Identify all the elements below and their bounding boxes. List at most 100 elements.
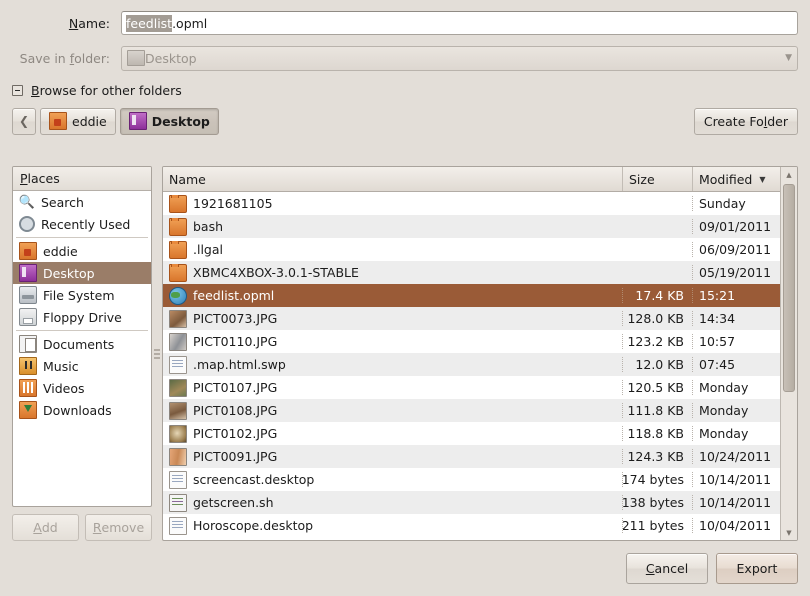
breadcrumb-desktop[interactable]: Desktop — [119, 107, 219, 135]
minus-icon — [12, 84, 23, 96]
name-row: Name: feedlist .opml — [0, 0, 810, 41]
add-place-button[interactable]: Add — [12, 514, 79, 541]
places-header-rest: laces — [27, 171, 60, 186]
table-row[interactable]: PICT0073.JPG 128.0 KB 14:34 — [163, 307, 780, 330]
file-name-cell: bash — [163, 217, 622, 236]
image-thumbnail-icon — [169, 424, 187, 443]
create-folder-post: der — [767, 113, 788, 129]
table-row[interactable]: getscreen.sh 138 bytes 10/14/2011 — [163, 491, 780, 514]
file-name-label: XBMC4XBOX-3.0.1-STABLE — [193, 265, 359, 280]
sidebar-item-music[interactable]: Music — [13, 355, 151, 377]
export-button[interactable]: Export — [716, 553, 798, 584]
save-in-folder-value: Desktop — [145, 50, 197, 66]
table-row[interactable]: feedlist.opml 17.4 KB 15:21 — [163, 284, 780, 307]
desktop-folder-icon — [19, 264, 37, 282]
table-row[interactable]: PICT0102.JPG 118.8 KB Monday — [163, 422, 780, 445]
pane-divider[interactable] — [152, 166, 162, 541]
column-header-name[interactable]: Name — [163, 167, 622, 191]
table-row[interactable]: PICT0108.JPG 111.8 KB Monday — [163, 399, 780, 422]
remove-place-button[interactable]: Remove — [85, 514, 152, 541]
sidebar-item-label: Downloads — [43, 402, 112, 418]
table-row[interactable]: screencast.desktop 174 bytes 10/14/2011 — [163, 468, 780, 491]
chevron-down-icon: ▼ — [785, 53, 792, 63]
file-modified-cell: 10/14/2011 — [692, 495, 780, 510]
home-folder-icon — [19, 242, 37, 260]
triangle-up-icon[interactable]: ▲ — [786, 167, 791, 182]
file-name-label: .llgal — [193, 242, 223, 257]
browse-expander-accel: B — [31, 82, 40, 98]
column-header-modified[interactable]: Modified ▼ — [692, 167, 780, 191]
sidebar-item-documents[interactable]: Documents — [13, 333, 151, 355]
name-label-accel: N — [68, 15, 79, 31]
back-button[interactable]: ❮ — [12, 107, 36, 135]
document-icon — [169, 470, 187, 489]
column-header-size[interactable]: Size — [622, 167, 692, 191]
file-size-cell: 211 bytes — [622, 518, 692, 533]
save-in-folder-label-accel: f — [69, 50, 75, 66]
create-folder-button[interactable]: Create Fo l der — [693, 107, 798, 135]
table-row[interactable]: Horoscope.desktop 211 bytes 10/04/2011 — [163, 514, 780, 537]
sidebar-item-recently-used[interactable]: Recently Used — [13, 213, 151, 235]
file-modified-cell: Monday — [692, 426, 780, 441]
sidebar-item-label: Music — [43, 358, 79, 374]
scrollbar-thumb[interactable] — [783, 184, 795, 392]
file-list-scrollbar[interactable]: ▲ ▼ — [780, 167, 797, 540]
sidebar-item-label: Documents — [43, 336, 115, 352]
file-list-inner: Name Size Modified ▼ 1921681105 Sunday bash… — [163, 167, 780, 540]
table-row[interactable]: PICT0110.JPG 123.2 KB 10:57 — [163, 330, 780, 353]
file-name-cell: PICT0107.JPG — [163, 378, 622, 397]
create-folder-pre: Create Fo — [703, 113, 764, 129]
places-separator — [16, 330, 148, 331]
places-separator — [16, 237, 148, 238]
desktop-folder-icon — [128, 112, 147, 130]
save-in-folder-combo[interactable]: Desktop ▼ — [121, 45, 798, 71]
save-in-folder-label: Save in folder: — [19, 50, 110, 66]
table-row[interactable]: 1921681105 Sunday — [163, 192, 780, 215]
file-name-cell: PICT0102.JPG — [163, 424, 622, 443]
remove-accel: R — [92, 520, 102, 535]
file-rows: 1921681105 Sunday bash 09/01/2011 .llgal 06/0… — [163, 192, 780, 540]
grip-handle-icon — [154, 348, 160, 359]
file-name-label: PICT0108.JPG — [193, 403, 278, 418]
triangle-down-icon[interactable]: ▼ — [786, 525, 791, 540]
sidebar-item-label: eddie — [43, 243, 78, 259]
image-thumbnail-icon — [169, 447, 187, 466]
table-row[interactable]: bash 09/01/2011 — [163, 215, 780, 238]
browse-other-folders-expander[interactable]: Browse for other folders — [0, 75, 810, 105]
file-name-label: 1921681105 — [193, 196, 273, 211]
sidebar-item-floppy-drive[interactable]: Floppy Drive — [13, 306, 151, 328]
file-name-label: .map.html.swp — [193, 357, 286, 372]
cancel-button[interactable]: Cancel — [626, 553, 708, 584]
folder-icon — [169, 194, 187, 213]
file-modified-cell: 10/04/2011 — [692, 518, 780, 533]
sidebar-item-videos[interactable]: Videos — [13, 377, 151, 399]
table-row[interactable]: PICT0107.JPG 120.5 KB Monday — [163, 376, 780, 399]
folder-icon — [169, 240, 187, 259]
dialog-action-bar: Cancel Export — [626, 553, 798, 584]
file-name-cell: .map.html.swp — [163, 355, 622, 374]
file-modified-cell: 09/01/2011 — [692, 219, 780, 234]
sidebar-item-search[interactable]: 🔍 Search — [13, 191, 151, 213]
file-name-cell: PICT0110.JPG — [163, 332, 622, 351]
file-name-cell: PICT0073.JPG — [163, 309, 622, 328]
sidebar-item-eddie[interactable]: eddie — [13, 240, 151, 262]
file-modified-cell: 07:45 — [692, 357, 780, 372]
scrollbar-track[interactable] — [781, 182, 797, 525]
breadcrumb-eddie[interactable]: eddie — [40, 107, 116, 135]
image-thumbnail-icon — [169, 378, 187, 397]
table-row[interactable]: PICT0091.JPG 124.3 KB 10/24/2011 — [163, 445, 780, 468]
search-icon: 🔍 — [18, 194, 36, 210]
sidebar-item-desktop[interactable]: Desktop — [13, 262, 151, 284]
filename-input[interactable]: feedlist .opml — [121, 11, 798, 35]
table-row[interactable]: .map.html.swp 12.0 KB 07:45 — [163, 353, 780, 376]
sidebar-item-file-system[interactable]: File System — [13, 284, 151, 306]
table-row[interactable]: .llgal 06/09/2011 — [163, 238, 780, 261]
file-list-header: Name Size Modified ▼ — [163, 167, 780, 192]
file-size-cell: 123.2 KB — [622, 334, 692, 349]
table-row[interactable]: XBMC4XBOX-3.0.1-STABLE 05/19/2011 — [163, 261, 780, 284]
folder-icon — [169, 217, 187, 236]
harddisk-icon — [19, 286, 37, 304]
file-modified-cell: 15:21 — [692, 288, 780, 303]
sidebar-item-downloads[interactable]: Downloads — [13, 399, 151, 421]
sidebar-item-label: Search — [41, 194, 84, 210]
